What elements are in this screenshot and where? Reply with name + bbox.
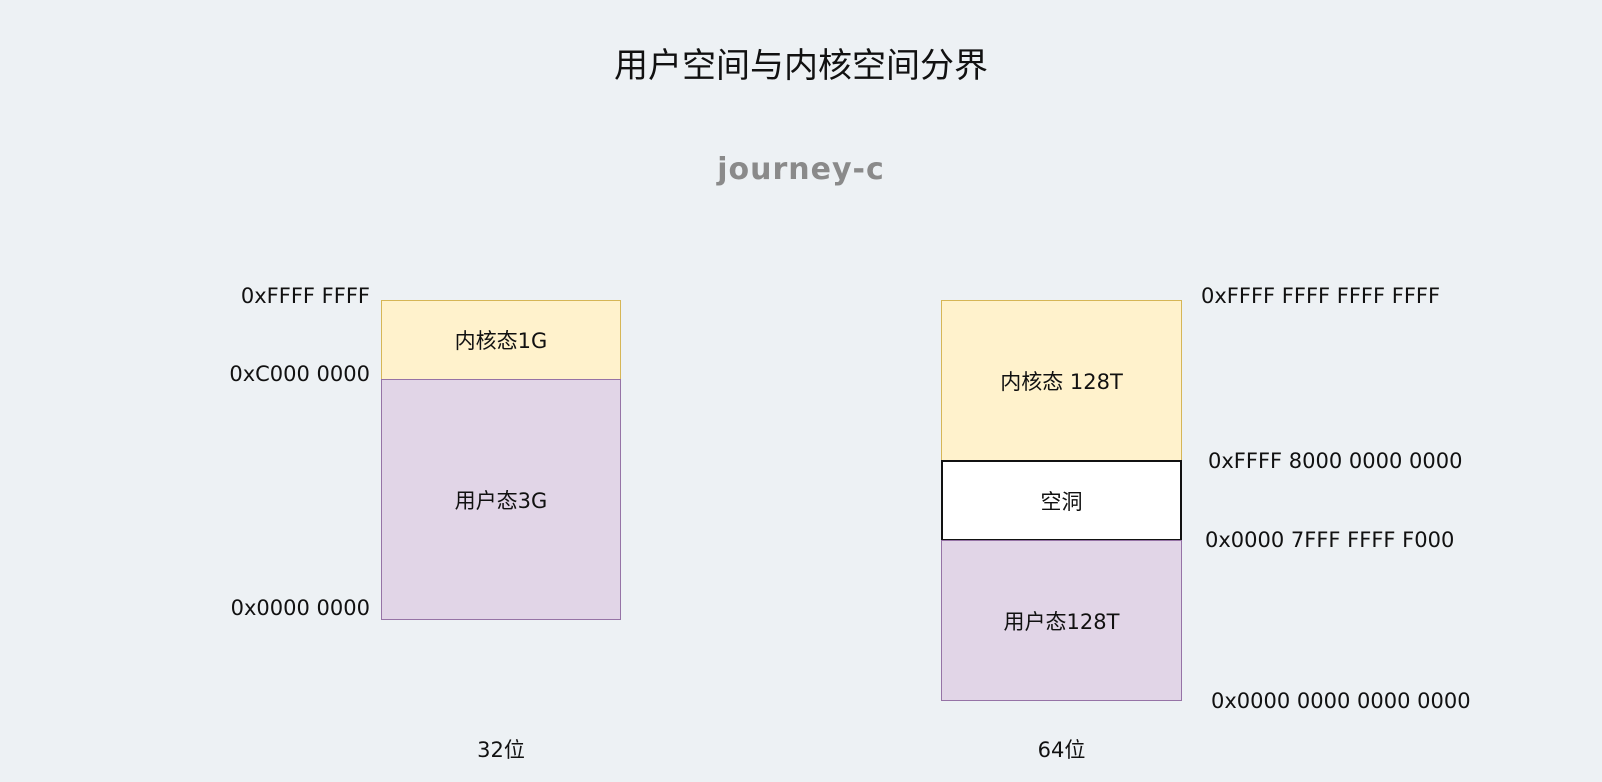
addr-32-kernel-boundary: 0xC000 0000 <box>229 362 370 386</box>
addr-32-bottom: 0x0000 0000 <box>230 596 370 620</box>
user-space-32-label: 用户态3G <box>454 488 548 513</box>
kernel-space-64-block: 内核态 128T <box>941 300 1182 461</box>
addr-32-top: 0xFFFF FFFF <box>240 284 370 308</box>
diagram-canvas: { "title": "用户空间与内核空间分界", "watermark": "… <box>0 0 1602 782</box>
kernel-space-64-label: 内核态 128T <box>1000 369 1123 394</box>
watermark-text: journey-c <box>717 152 885 187</box>
user-space-64-label: 用户态128T <box>1003 609 1120 634</box>
user-space-64-block: 用户态128T <box>941 540 1182 701</box>
page-title: 用户空间与内核空间分界 <box>614 46 988 86</box>
kernel-space-32-label: 内核态1G <box>454 329 548 353</box>
address-hole-label: 空洞 <box>1040 489 1083 514</box>
address-hole-block: 空洞 <box>941 460 1182 541</box>
addr-64-top: 0xFFFF FFFF FFFF FFFF <box>1201 284 1441 308</box>
addr-64-kernel-start: 0xFFFF 8000 0000 0000 <box>1208 449 1463 473</box>
kernel-space-32-block: 内核态1G <box>381 300 621 380</box>
caption-32bit: 32位 <box>477 738 525 762</box>
caption-64bit: 64位 <box>1037 738 1086 762</box>
user-space-32-block: 用户态3G <box>381 379 621 620</box>
addr-64-bottom: 0x0000 0000 0000 0000 <box>1211 689 1471 713</box>
addr-64-user-end: 0x0000 7FFF FFFF F000 <box>1205 528 1455 552</box>
